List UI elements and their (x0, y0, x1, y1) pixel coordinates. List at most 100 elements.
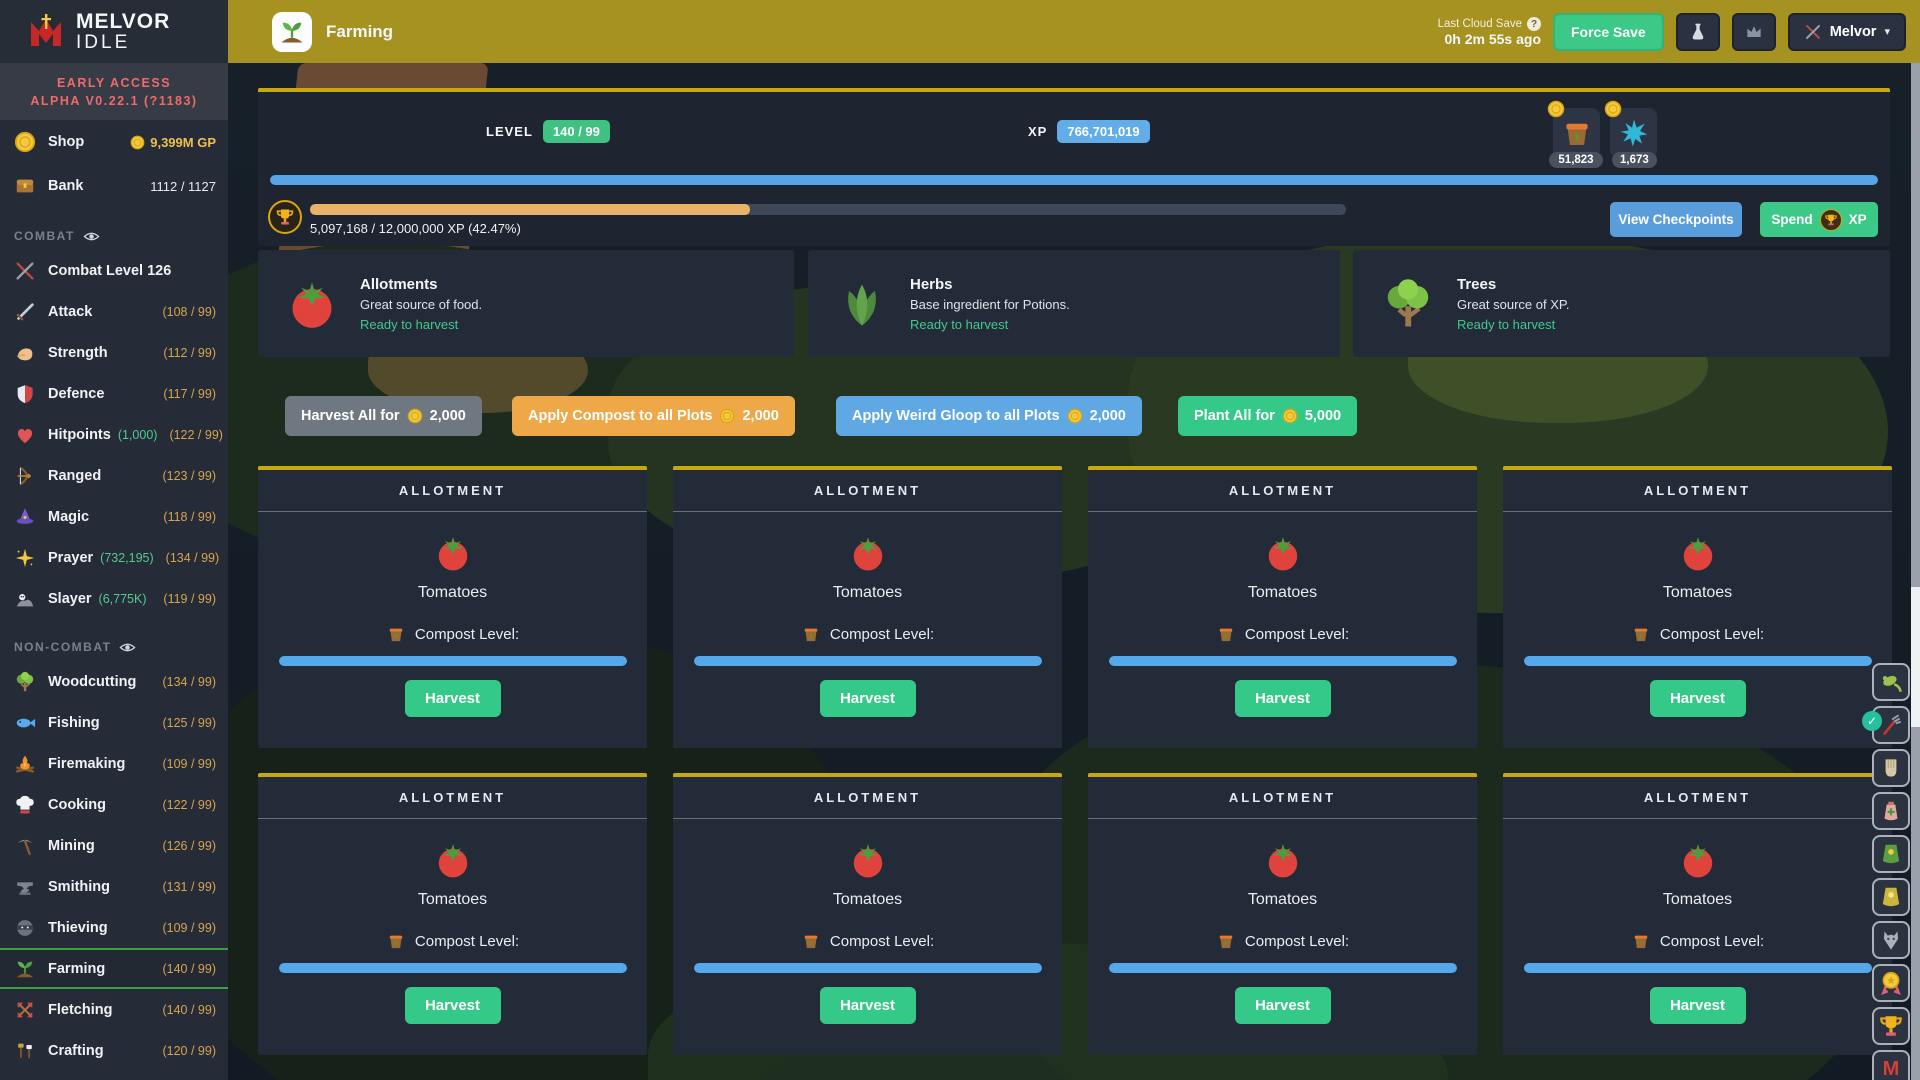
harvest-button[interactable]: Harvest (405, 987, 501, 1024)
harvest-button[interactable]: Harvest (1235, 987, 1331, 1024)
scrollbar-thumb[interactable] (1911, 587, 1920, 727)
view-checkpoints-button[interactable]: View Checkpoints (1610, 202, 1742, 237)
quick-item-yellow-cape[interactable] (1872, 878, 1910, 916)
app-title-bottom: IDLE (76, 33, 170, 53)
compost-level-label: Compost Level: (830, 933, 934, 950)
eye-icon[interactable] (119, 639, 136, 656)
harvest-button[interactable]: Harvest (820, 680, 916, 717)
melvor-logo-icon (26, 12, 66, 52)
sprout-icon (278, 18, 306, 46)
sidebar-item-mining[interactable]: Mining (126 / 99) (0, 825, 228, 866)
last-save-value: 0h 2m 55s ago (1438, 32, 1541, 47)
quick-item-trophy[interactable] (1872, 1007, 1910, 1045)
campfire-icon (14, 753, 36, 775)
sidebar-item-fletching[interactable]: Fletching (140 / 99) (0, 989, 228, 1030)
sidebar-item-magic[interactable]: Magic (118 / 99) (0, 496, 228, 537)
tomato-icon (1264, 534, 1302, 572)
quick-item-melvor[interactable]: M (1872, 1050, 1910, 1080)
bank-chest-icon (14, 175, 36, 197)
tomato-icon (286, 278, 338, 330)
tomato-icon (434, 534, 472, 572)
sword-icon (14, 301, 36, 323)
sidebar-item-hitpoints[interactable]: Hitpoints (1,000) (122 / 99) (0, 414, 228, 455)
force-save-button[interactable]: Force Save (1553, 13, 1664, 51)
quick-item-medal[interactable] (1872, 964, 1910, 1002)
sidebar-item-attack[interactable]: Attack (108 / 99) (0, 291, 228, 332)
sidebar-item-smithing[interactable]: Smithing (131 / 99) (0, 866, 228, 907)
sidebar-item-combat-level[interactable]: Combat Level 126 (0, 250, 228, 291)
tree-icon (14, 671, 36, 693)
crossed-swords-icon (1804, 23, 1822, 41)
harvest-button[interactable]: Harvest (1650, 680, 1746, 717)
compost-icon (1216, 931, 1236, 951)
sidebar-item-firemaking[interactable]: Firemaking (109 / 99) (0, 743, 228, 784)
sidebar-item-slayer[interactable]: Slayer (6,775K) (119 / 99) (0, 578, 228, 619)
sidebar-item-shop[interactable]: Shop 9,399M GP (0, 120, 228, 164)
harvest-button[interactable]: Harvest (1650, 987, 1746, 1024)
scrollbar-track[interactable] (1911, 63, 1920, 1080)
tomato-icon (1679, 841, 1717, 879)
flexed-arm-icon (14, 342, 36, 364)
plot-crop-name: Tomatoes (833, 891, 902, 909)
prayer-points: (732,195) (100, 551, 154, 565)
xp-badge: 766,701,019 (1057, 120, 1149, 143)
plot-crop-name: Tomatoes (1663, 891, 1732, 909)
sidebar-item-thieving[interactable]: Thieving (109 / 99) (0, 907, 228, 948)
sidebar-item-fishing[interactable]: Fishing (125 / 99) (0, 702, 228, 743)
harvest-button[interactable]: Harvest (1235, 680, 1331, 717)
sidebar-item-label: Attack (48, 304, 92, 320)
coin-icon (14, 131, 36, 153)
sidebar-item-defence[interactable]: Defence (117 / 99) (0, 373, 228, 414)
app-logo[interactable]: MELVOR IDLE (0, 0, 228, 63)
compost-icon (1560, 116, 1594, 150)
harvest-all-button[interactable]: Harvest All for 2,000 (285, 396, 482, 436)
sidebar-item-woodcutting[interactable]: Woodcutting (134 / 99) (0, 661, 228, 702)
spend-mastery-xp-button[interactable]: Spend XP (1760, 202, 1878, 237)
action-label: Harvest All for (301, 408, 400, 424)
sidebar-item-label: Bank (48, 178, 83, 194)
weird-gloop-stock-tile[interactable]: 1,673 (1610, 108, 1657, 158)
premium-button[interactable] (1732, 13, 1776, 51)
plot-type-label: ALLOTMENT (1503, 470, 1892, 512)
quick-item-wolf[interactable] (1872, 921, 1910, 959)
potions-button[interactable] (1676, 13, 1720, 51)
compost-level-label: Compost Level: (1245, 933, 1349, 950)
action-label: Plant All for (1194, 408, 1275, 424)
sidebar-item-farming[interactable]: Farming (140 / 99) (0, 948, 228, 989)
farming-plot-card: ALLOTMENT Tomatoes Compost Level: Harves… (673, 466, 1062, 748)
apply-compost-all-button[interactable]: Apply Compost to all Plots 2,000 (512, 396, 795, 436)
compost-stock-tile[interactable]: 51,823 (1553, 108, 1600, 158)
sidebar-item-crafting[interactable]: Crafting (120 / 99) (0, 1030, 228, 1071)
quick-item-glove[interactable] (1872, 749, 1910, 787)
apply-weird-gloop-all-button[interactable]: Apply Weird Gloop to all Plots 2,000 (836, 396, 1142, 436)
bank-count: 1112 / 1127 (150, 179, 216, 194)
heart-icon (14, 424, 36, 446)
skill-level: (120 / 99) (162, 1044, 216, 1058)
category-description: Great source of XP. (1457, 297, 1570, 312)
quick-item-green-cape[interactable] (1872, 835, 1910, 873)
skill-level: (122 / 99) (162, 798, 216, 812)
sidebar-item-runecrafting[interactable]: Runecrafting (0, 1071, 228, 1080)
harvest-button[interactable]: Harvest (820, 987, 916, 1024)
sidebar-item-prayer[interactable]: Prayer (732,195) (134 / 99) (0, 537, 228, 578)
sidebar-item-ranged[interactable]: Ranged (123 / 99) (0, 455, 228, 496)
help-icon[interactable]: ? (1527, 17, 1541, 31)
sidebar-item-cooking[interactable]: Cooking (122 / 99) (0, 784, 228, 825)
character-menu-button[interactable]: Melvor ▾ (1788, 13, 1906, 51)
last-save-label: Last Cloud Save (1438, 17, 1522, 32)
topbar: Farming Last Cloud Save? 0h 2m 55s ago F… (228, 0, 1920, 63)
quick-item-lizard[interactable] (1872, 663, 1910, 701)
hammers-icon (14, 1040, 36, 1062)
eye-icon[interactable] (83, 228, 100, 245)
sidebar-item-bank[interactable]: Bank 1112 / 1127 (0, 164, 228, 208)
trophy-icon (1820, 209, 1842, 231)
skill-level: (131 / 99) (162, 880, 216, 894)
plant-all-button[interactable]: Plant All for 5,000 (1178, 396, 1357, 436)
quick-item-seed-bag[interactable] (1872, 792, 1910, 830)
farming-plot-card: ALLOTMENT Tomatoes Compost Level: Harves… (1088, 466, 1477, 748)
category-description: Base ingredient for Potions. (910, 297, 1070, 312)
harvest-button[interactable]: Harvest (405, 680, 501, 717)
section-header-label: NON-COMBAT (14, 640, 111, 654)
sidebar-item-strength[interactable]: Strength (112 / 99) (0, 332, 228, 373)
skill-level: (118 / 99) (163, 510, 216, 524)
